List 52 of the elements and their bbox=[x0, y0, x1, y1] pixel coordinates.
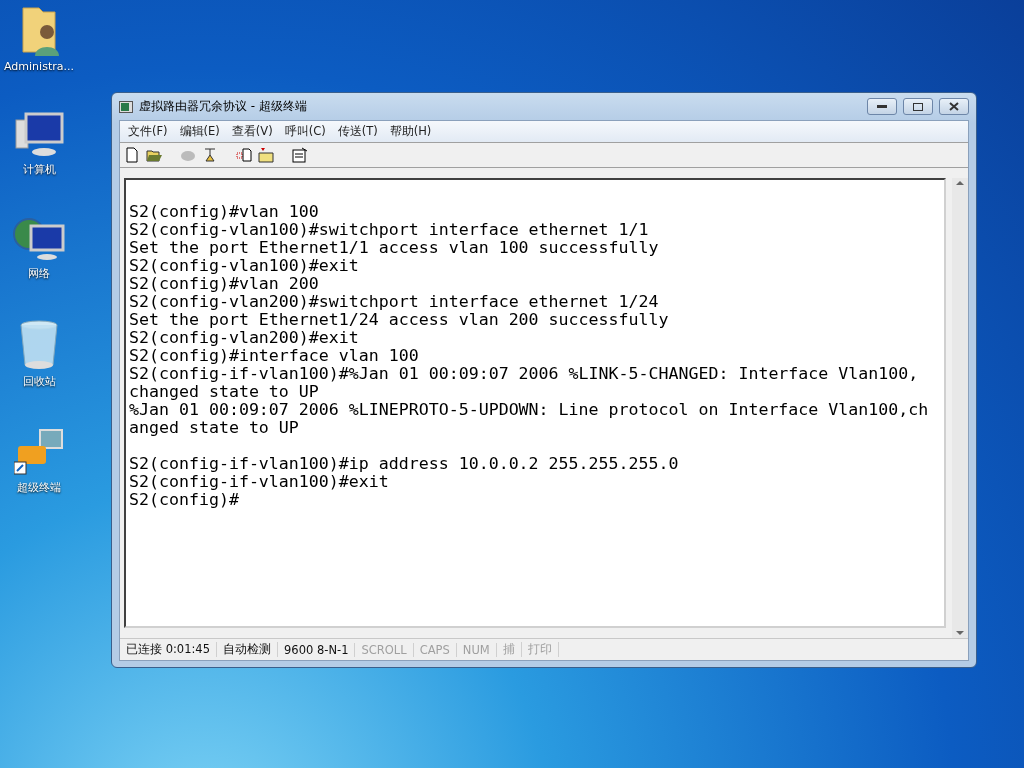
terminal-line: S2(config)#vlan 100 bbox=[129, 203, 320, 221]
status-item: 自动检测 bbox=[217, 642, 278, 657]
window-title: 虚拟路由器冗余协议 - 超级终端 bbox=[139, 98, 308, 115]
terminal-line: changed state to UP bbox=[129, 383, 320, 401]
scrollbar[interactable] bbox=[952, 178, 968, 638]
terminal-line: Set the port Ethernet1/24 access vlan 200 successfully bbox=[129, 311, 670, 329]
network-icon bbox=[13, 216, 65, 262]
scroll-up-arrow-icon[interactable] bbox=[956, 180, 964, 185]
status-item: CAPS bbox=[413, 642, 457, 657]
terminal-line: anged state to UP bbox=[129, 419, 300, 437]
status-item: 捕 bbox=[496, 642, 522, 657]
terminal-line: S2(config)#interface vlan 100 bbox=[129, 347, 420, 365]
close-button[interactable] bbox=[939, 98, 969, 115]
maximize-icon bbox=[913, 102, 923, 111]
maximize-button[interactable] bbox=[903, 98, 933, 115]
properties-icon[interactable] bbox=[292, 147, 308, 163]
open-folder-icon[interactable] bbox=[146, 147, 162, 163]
scroll-down-arrow-icon[interactable] bbox=[956, 631, 964, 636]
terminal-line: S2(config)# bbox=[129, 491, 240, 509]
terminal-line: Set the port Ethernet1/1 access vlan 100 successfully bbox=[129, 239, 660, 257]
status-item: SCROLL bbox=[355, 642, 414, 657]
terminal-line: S2(config-vlan100)#switchport interface ethernet 1/1 bbox=[129, 221, 650, 239]
terminal-line: S2(config-if-vlan100)#ip address 10.0.0.2 255.255.255.0 bbox=[129, 455, 680, 473]
status-item: 打印 bbox=[521, 642, 559, 657]
minimize-button[interactable] bbox=[867, 98, 897, 115]
menu-item[interactable]: 传送(T) bbox=[331, 124, 384, 139]
minimize-icon bbox=[877, 104, 887, 109]
terminal-line: S2(config-if-vlan100)#exit bbox=[129, 473, 390, 491]
phone-terminal-icon bbox=[14, 428, 64, 476]
status-item: 9600 8-N-1 bbox=[278, 642, 356, 657]
computer-icon bbox=[14, 112, 64, 158]
close-icon bbox=[949, 102, 959, 111]
terminal-line: S2(config-if-vlan100)#%Jan 01 00:09:07 2006 %LINK-5-CHANGED: Interface Vlan100, bbox=[129, 365, 920, 383]
terminal-line: %Jan 01 00:09:07 2006 %LINEPROTO-5-UPDOWN: Line protocol on Interface Vlan100,ch bbox=[129, 401, 930, 419]
status-item: 已连接 0:01:45 bbox=[120, 642, 217, 657]
new-document-icon[interactable] bbox=[124, 147, 140, 163]
menu-item[interactable]: 呼叫(C) bbox=[278, 124, 332, 139]
terminal-line: S2(config)#vlan 200 bbox=[129, 275, 320, 293]
terminal-line: S2(config-vlan100)#exit bbox=[129, 257, 360, 275]
terminal-line: S2(config-vlan200)#switchport interface ethernet 1/24 bbox=[129, 293, 660, 311]
status-item: NUM bbox=[456, 642, 497, 657]
app-icon bbox=[119, 100, 133, 113]
desktop-icon-label[interactable]: 回收站 bbox=[22, 374, 56, 389]
menu-item[interactable]: 查看(V) bbox=[225, 124, 279, 139]
recycle-bin-icon bbox=[19, 320, 59, 370]
terminal-line: S2(config-vlan200)#exit bbox=[129, 329, 360, 347]
desktop-icon-label[interactable]: 计算机 bbox=[22, 162, 56, 177]
desktop-icon-label[interactable]: Administra... bbox=[4, 60, 74, 73]
menu-item[interactable]: 帮助(H) bbox=[383, 124, 438, 139]
menu-item[interactable]: 文件(F) bbox=[122, 124, 174, 139]
menu-item[interactable]: 编辑(E) bbox=[173, 124, 226, 139]
desktop-icon-label[interactable]: 网络 bbox=[28, 266, 50, 281]
